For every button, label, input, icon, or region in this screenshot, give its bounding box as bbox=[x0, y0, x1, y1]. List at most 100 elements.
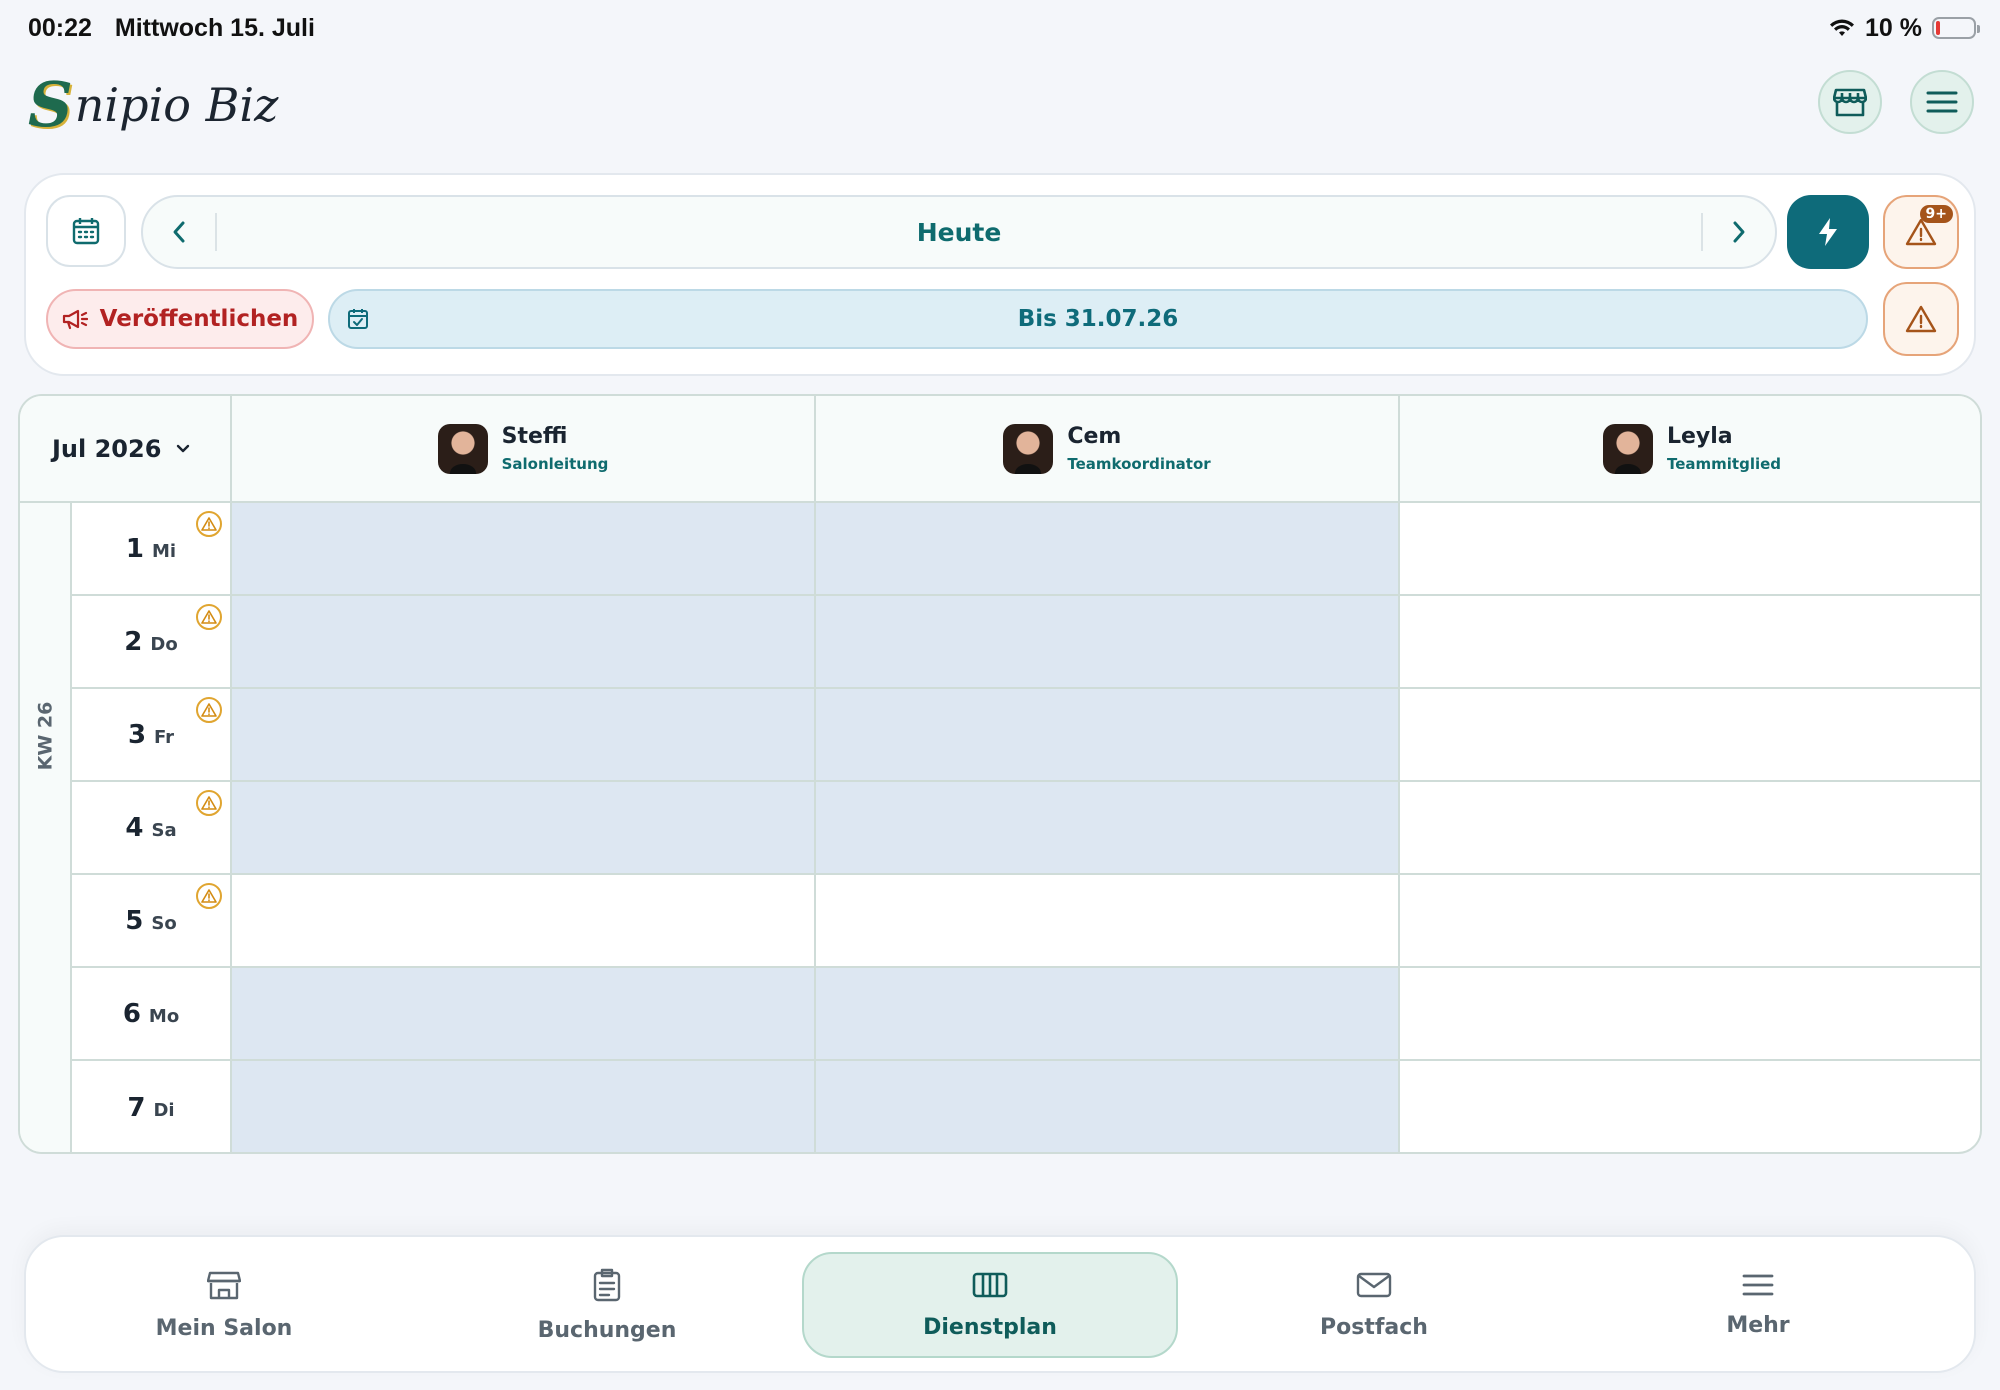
employee-header-cem[interactable]: Cem Teamkoordinator bbox=[816, 396, 1400, 503]
alerts-button[interactable]: 9+ bbox=[1883, 195, 1959, 269]
warning-icon[interactable] bbox=[196, 511, 222, 537]
warning-icon[interactable] bbox=[196, 604, 222, 630]
employee-role: Salonleitung bbox=[501, 455, 609, 473]
today-button[interactable]: Heute bbox=[217, 218, 1701, 247]
logo-initial: S bbox=[28, 68, 73, 141]
day-row: 2 Do bbox=[72, 596, 1980, 689]
day-number: 5 bbox=[125, 905, 144, 936]
shift-cell[interactable] bbox=[816, 968, 1400, 1059]
day-number: 4 bbox=[125, 812, 144, 843]
shift-cell[interactable] bbox=[1400, 596, 1980, 687]
week-label-next bbox=[20, 968, 72, 1152]
weekday: Fr bbox=[154, 727, 175, 748]
calendar-picker-button[interactable] bbox=[46, 195, 126, 267]
weekday: Mo bbox=[148, 1006, 180, 1027]
weekday: Mi bbox=[152, 541, 177, 562]
mail-icon bbox=[1356, 1271, 1392, 1305]
warning-icon bbox=[1905, 305, 1937, 333]
until-date-label: Bis 31.07.26 bbox=[1017, 306, 1179, 332]
day-row: 4 Sa bbox=[72, 782, 1980, 875]
employee-name: Steffi bbox=[501, 424, 568, 449]
calendar-check-icon bbox=[348, 309, 368, 329]
shift-cell[interactable] bbox=[816, 875, 1400, 966]
week-label: KW 26 bbox=[20, 503, 72, 968]
warning-icon[interactable] bbox=[196, 790, 222, 816]
store-button[interactable] bbox=[1818, 70, 1882, 134]
shift-cell[interactable] bbox=[1400, 503, 1980, 594]
tab-postfach[interactable]: Postfach bbox=[1186, 1252, 1562, 1358]
day-number: 3 bbox=[127, 719, 147, 750]
day-label: 3 Fr bbox=[72, 689, 232, 780]
shift-cell[interactable] bbox=[232, 782, 816, 873]
shift-cell[interactable] bbox=[232, 689, 816, 780]
tab-label: Dienstplan bbox=[923, 1314, 1057, 1340]
day-row: 1 Mi bbox=[72, 503, 1980, 596]
day-number: 7 bbox=[127, 1092, 146, 1123]
employee-name: Leyla bbox=[1666, 424, 1733, 449]
columns-icon bbox=[972, 1271, 1008, 1305]
logo-text: nipio Biz bbox=[74, 77, 279, 132]
app-logo: S nipio Biz bbox=[28, 68, 278, 141]
weekday: Di bbox=[153, 1100, 175, 1121]
shift-cell[interactable] bbox=[232, 968, 816, 1059]
month-label: Jul 2026 bbox=[52, 434, 162, 463]
tab-dienstplan[interactable]: Dienstplan bbox=[802, 1252, 1178, 1358]
shift-cell[interactable] bbox=[232, 875, 816, 966]
status-time: 00:22 bbox=[28, 13, 92, 42]
day-row: 3 Fr bbox=[72, 689, 1980, 782]
tab-label: Mehr bbox=[1726, 1312, 1790, 1338]
avatar bbox=[1003, 423, 1054, 474]
quick-action-button[interactable] bbox=[1787, 195, 1869, 269]
day-label: 1 Mi bbox=[72, 503, 232, 594]
day-number: 6 bbox=[122, 998, 141, 1029]
day-label: 7 Di bbox=[72, 1061, 232, 1152]
weekday: Sa bbox=[151, 820, 177, 841]
shift-cell[interactable] bbox=[1400, 875, 1980, 966]
shift-cell[interactable] bbox=[232, 1061, 816, 1152]
calendar-icon bbox=[72, 218, 100, 245]
battery-icon bbox=[1932, 17, 1980, 39]
day-row: 5 So bbox=[72, 875, 1980, 968]
shift-cell[interactable] bbox=[816, 503, 1400, 594]
shift-cell[interactable] bbox=[816, 782, 1400, 873]
store-icon bbox=[1833, 88, 1867, 117]
next-day-button[interactable] bbox=[1703, 197, 1775, 267]
employee-header-leyla[interactable]: Leyla Teammitglied bbox=[1400, 396, 1980, 503]
chevron-down-icon bbox=[177, 444, 190, 452]
alerts-badge: 9+ bbox=[1919, 205, 1953, 223]
shift-cell[interactable] bbox=[1400, 782, 1980, 873]
day-label: 5 So bbox=[72, 875, 232, 966]
month-selector[interactable]: Jul 2026 bbox=[20, 396, 232, 503]
menu-icon bbox=[1926, 91, 1958, 113]
status-bar: 00:22 Mittwoch 15. Juli 10 % bbox=[28, 10, 1980, 46]
publish-button[interactable]: Veröffentlichen bbox=[46, 289, 314, 349]
shift-cell[interactable] bbox=[816, 689, 1400, 780]
tab-label: Postfach bbox=[1320, 1314, 1428, 1340]
avatar bbox=[1602, 423, 1653, 474]
tab-mein-salon[interactable]: Mein Salon bbox=[36, 1252, 412, 1358]
shift-cell[interactable] bbox=[1400, 689, 1980, 780]
previous-day-button[interactable] bbox=[143, 197, 215, 267]
warning-icon[interactable] bbox=[196, 697, 222, 723]
shift-cell[interactable] bbox=[1400, 968, 1980, 1059]
shift-cell[interactable] bbox=[1400, 1061, 1980, 1152]
tab-buchungen[interactable]: Buchungen bbox=[419, 1252, 795, 1358]
warning-icon[interactable] bbox=[196, 883, 222, 909]
status-date: Mittwoch 15. Juli bbox=[114, 13, 315, 42]
menu-button[interactable] bbox=[1910, 70, 1974, 134]
megaphone-icon bbox=[62, 309, 88, 330]
employee-role: Teammitglied bbox=[1666, 455, 1782, 473]
shift-cell[interactable] bbox=[232, 596, 816, 687]
chevron-right-icon bbox=[1733, 221, 1745, 243]
day-label: 4 Sa bbox=[72, 782, 232, 873]
employee-header-steffi[interactable]: Steffi Salonleitung bbox=[232, 396, 816, 503]
lightning-icon bbox=[1819, 218, 1837, 246]
tab-mehr[interactable]: Mehr bbox=[1570, 1252, 1946, 1358]
shift-cell[interactable] bbox=[232, 503, 816, 594]
until-date-field[interactable]: Bis 31.07.26 bbox=[328, 289, 1868, 349]
day-label: 2 Do bbox=[72, 596, 232, 687]
avatar bbox=[437, 423, 488, 474]
warnings-button[interactable] bbox=[1883, 282, 1959, 356]
shift-cell[interactable] bbox=[816, 596, 1400, 687]
shift-cell[interactable] bbox=[816, 1061, 1400, 1152]
